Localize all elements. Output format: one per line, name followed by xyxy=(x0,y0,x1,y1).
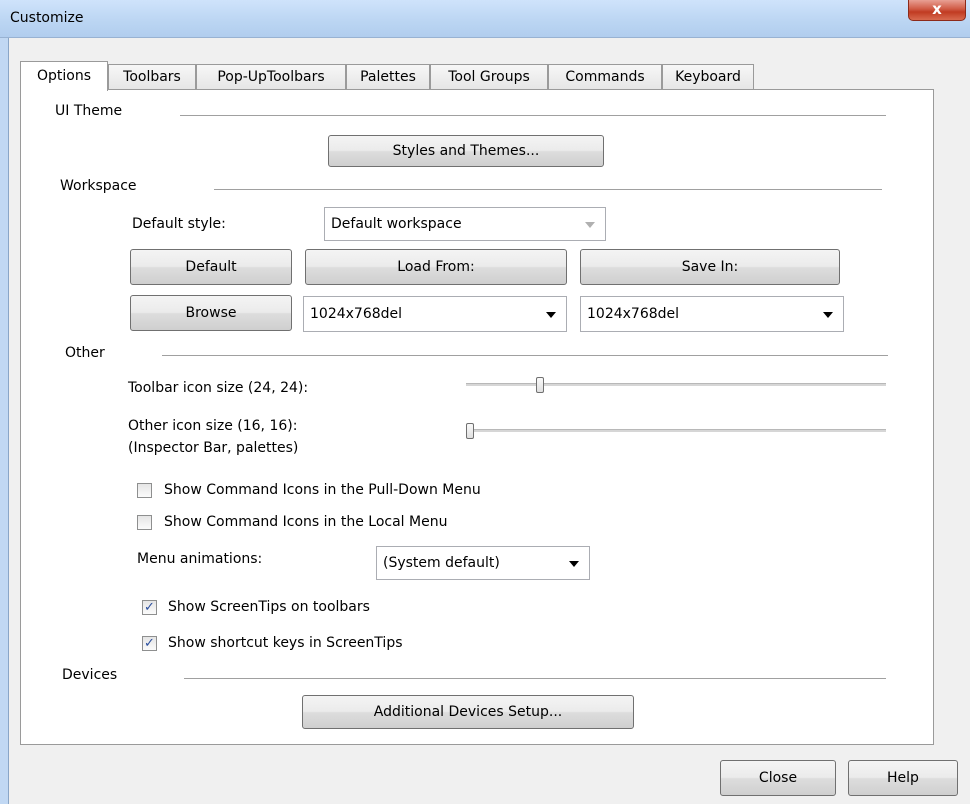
workspace-separator xyxy=(214,189,882,190)
other-icon-size-sublabel: (Inspector Bar, palettes) xyxy=(128,440,299,456)
other-group-label: Other xyxy=(65,345,105,361)
window-title: Customize xyxy=(10,10,84,26)
show-shortcut-keys-label[interactable]: Show shortcut keys in ScreenTips xyxy=(168,635,403,651)
toolbar-icon-size-slider-thumb[interactable] xyxy=(536,377,545,393)
combo-value: 1024x768del xyxy=(310,306,403,322)
button-label: Styles and Themes... xyxy=(392,143,540,159)
button-label: Help xyxy=(887,770,919,786)
toolbar-icon-size-slider-track[interactable] xyxy=(466,383,886,387)
other-icon-size-slider-track[interactable] xyxy=(466,429,886,433)
button-label: Close xyxy=(758,770,798,786)
save-in-combo[interactable]: 1024x768del xyxy=(580,296,844,332)
tab-keyboard[interactable]: Keyboard xyxy=(662,64,754,90)
close-icon: x xyxy=(932,0,942,18)
tab-tool-groups[interactable]: Tool Groups xyxy=(430,64,548,90)
chevron-down-icon xyxy=(823,312,833,318)
show-screentips-label[interactable]: Show ScreenTips on toolbars xyxy=(168,599,370,615)
browse-button[interactable]: Browse xyxy=(130,295,292,331)
other-separator xyxy=(162,355,888,356)
default-style-label: Default style: xyxy=(132,216,226,232)
combo-value: Default workspace xyxy=(331,216,462,232)
show-screentips-checkbox[interactable]: ✓ xyxy=(142,600,157,615)
tab-label: Toolbars xyxy=(123,69,181,85)
chevron-down-icon xyxy=(585,222,595,228)
menu-animations-label: Menu animations: xyxy=(137,551,263,567)
other-icon-size-slider-thumb[interactable] xyxy=(466,423,474,439)
ui-theme-separator xyxy=(180,115,886,116)
workspace-group-label: Workspace xyxy=(60,178,137,194)
window-left-edge xyxy=(0,38,8,804)
button-label: Load From: xyxy=(397,259,475,275)
styles-themes-button[interactable]: Styles and Themes... xyxy=(328,135,604,167)
close-window-button[interactable]: x xyxy=(908,0,966,21)
default-button[interactable]: Default xyxy=(130,249,292,285)
tab-label: Pop-UpToolbars xyxy=(217,69,325,85)
show-icons-local-label[interactable]: Show Command Icons in the Local Menu xyxy=(164,514,447,530)
checkmark-icon: ✓ xyxy=(144,636,155,651)
ui-theme-group-label: UI Theme xyxy=(55,103,123,119)
devices-separator xyxy=(184,678,886,679)
save-in-button[interactable]: Save In: xyxy=(580,249,840,285)
tab-palettes[interactable]: Palettes xyxy=(346,64,430,90)
tab-options[interactable]: Options xyxy=(20,61,108,91)
button-label: Save In: xyxy=(681,259,739,275)
combo-value: (System default) xyxy=(383,555,500,571)
help-button[interactable]: Help xyxy=(848,760,958,796)
tab-label: Commands xyxy=(565,69,645,85)
button-label: Default xyxy=(185,259,237,275)
other-icon-size-label: Other icon size (16, 16): xyxy=(128,418,298,434)
window-left-edge-line xyxy=(8,38,9,804)
show-icons-pulldown-label[interactable]: Show Command Icons in the Pull-Down Menu xyxy=(164,482,481,498)
devices-group-label: Devices xyxy=(62,667,118,683)
tab-label: Tool Groups xyxy=(448,69,530,85)
toolbar-icon-size-label: Toolbar icon size (24, 24): xyxy=(128,380,309,396)
chevron-down-icon xyxy=(546,312,556,318)
tab-toolbars[interactable]: Toolbars xyxy=(108,64,196,90)
tab-commands[interactable]: Commands xyxy=(548,64,662,90)
tab-label: Keyboard xyxy=(675,69,741,85)
tab-label: Palettes xyxy=(360,69,416,85)
show-icons-pulldown-checkbox[interactable] xyxy=(137,483,152,498)
load-from-button[interactable]: Load From: xyxy=(305,249,567,285)
checkmark-icon: ✓ xyxy=(144,600,155,615)
show-shortcut-keys-checkbox[interactable]: ✓ xyxy=(142,636,157,651)
options-panel xyxy=(20,89,934,745)
button-label: Browse xyxy=(185,305,237,321)
load-from-combo[interactable]: 1024x768del xyxy=(303,296,567,332)
additional-devices-button[interactable]: Additional Devices Setup... xyxy=(302,695,634,729)
menu-animations-combo[interactable]: (System default) xyxy=(376,546,590,580)
close-button[interactable]: Close xyxy=(720,760,836,796)
tab-popup-toolbars[interactable]: Pop-UpToolbars xyxy=(196,64,346,90)
button-label: Additional Devices Setup... xyxy=(373,704,563,720)
chevron-down-icon xyxy=(569,561,579,567)
title-bar: Customize x xyxy=(0,0,970,38)
combo-value: 1024x768del xyxy=(587,306,680,322)
default-style-combo[interactable]: Default workspace xyxy=(324,207,606,241)
show-icons-local-checkbox[interactable] xyxy=(137,515,152,530)
tab-label: Options xyxy=(36,68,92,84)
